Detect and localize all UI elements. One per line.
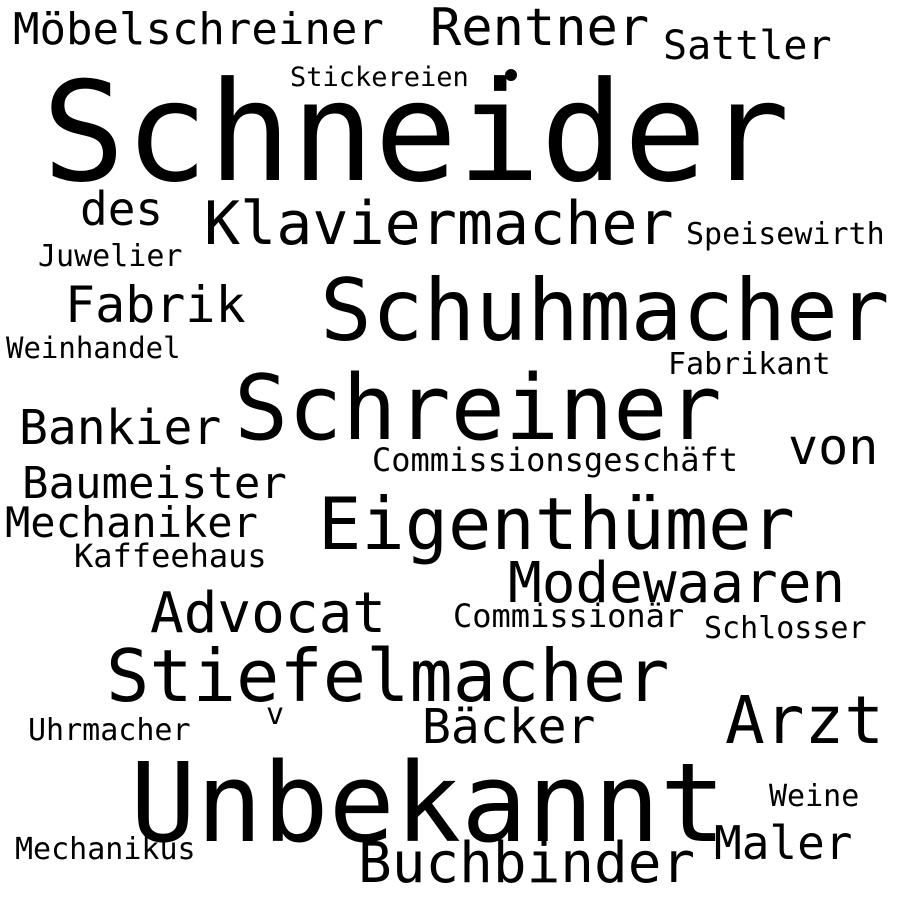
word-bankier: Bankier [19, 400, 222, 456]
word-commissionsgeschaeft: Commissionsgeschäft [372, 441, 739, 479]
word-eigenthuemer: Eigenthümer [318, 482, 795, 566]
word-mechanikus: Mechanikus [15, 832, 196, 867]
word-weinhandel: Weinhandel [6, 331, 181, 365]
word-arzt: Arzt [725, 682, 884, 759]
word-juwelier: Juwelier [38, 239, 183, 274]
word-weine: Weine [769, 779, 860, 814]
word-maler: Maler [714, 816, 853, 870]
word-fabrik: Fabrik [65, 276, 246, 334]
word-moebelschreiner: Möbelschreiner [13, 4, 384, 55]
word-rentner: Rentner [430, 0, 650, 58]
word-kaffeehaus: Kaffeehaus [74, 537, 267, 575]
word-buchbinder: Buchbinder [358, 831, 696, 896]
word-schlosser: Schlosser [704, 611, 867, 646]
word-v: v [266, 697, 285, 732]
word-schuhmacher: Schuhmacher [320, 261, 890, 361]
word-des: des [80, 182, 164, 236]
word-von: von [788, 418, 879, 476]
word-klaviermacher: Klaviermacher [204, 189, 674, 259]
word-speisewirth: Speisewirth [686, 217, 885, 252]
word-commissionaer: Commissionär [453, 597, 685, 635]
word-cloud: Möbelschreiner Rentner Sattler Stickerei… [0, 0, 900, 900]
